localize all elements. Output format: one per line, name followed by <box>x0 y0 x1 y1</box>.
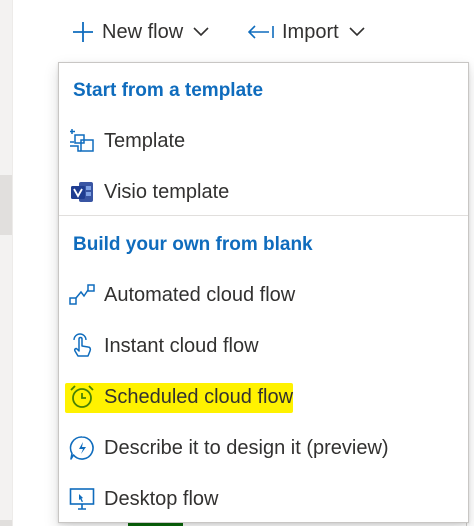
visio-icon <box>68 178 96 206</box>
menu-item-label: Describe it to design it (preview) <box>104 436 389 459</box>
menu-item-desktop-flow[interactable]: Desktop flow <box>59 476 468 522</box>
command-bar: New flow Import <box>12 0 474 62</box>
menu-item-template[interactable]: Template <box>59 118 468 164</box>
desktop-icon <box>68 485 96 513</box>
menu-divider <box>59 215 468 216</box>
left-nav-selected-band <box>0 175 12 235</box>
menu-item-automated-cloud-flow[interactable]: Automated cloud flow <box>59 272 468 318</box>
menu-item-instant-cloud-flow[interactable]: Instant cloud flow <box>59 323 468 369</box>
import-arrow-icon <box>248 24 274 40</box>
plus-icon <box>72 21 94 43</box>
section-header-template: Start from a template <box>73 80 264 101</box>
menu-item-label: Instant cloud flow <box>104 334 259 357</box>
menu-item-label: Visio template <box>104 180 230 203</box>
left-nav-bottom-band <box>0 520 12 526</box>
import-label: Import <box>282 20 339 43</box>
template-icon <box>68 127 96 155</box>
chevron-down-icon <box>193 27 209 37</box>
alarm-clock-icon <box>68 383 96 411</box>
menu-item-describe-to-design[interactable]: Describe it to design it (preview) <box>59 425 468 471</box>
section-header-blank: Build your own from blank <box>73 234 313 255</box>
menu-item-scheduled-cloud-flow[interactable]: Scheduled cloud flow <box>59 374 468 420</box>
menu-item-label: Scheduled cloud flow <box>104 385 294 408</box>
import-button[interactable]: Import <box>248 16 365 48</box>
touch-icon <box>68 332 96 360</box>
menu-item-label: Desktop flow <box>104 487 219 510</box>
copilot-chat-icon <box>68 434 96 462</box>
chevron-down-icon <box>349 27 365 37</box>
menu-item-visio-template[interactable]: Visio template <box>59 169 468 215</box>
new-flow-label: New flow <box>102 20 184 43</box>
left-nav-strip <box>0 0 13 526</box>
new-flow-button[interactable]: New flow <box>72 16 209 48</box>
automated-flow-icon <box>68 281 96 309</box>
new-flow-dropdown-menu: Start from a template Template Visio tem… <box>58 62 469 523</box>
menu-item-label: Template <box>104 129 186 152</box>
menu-item-label: Automated cloud flow <box>104 283 296 306</box>
